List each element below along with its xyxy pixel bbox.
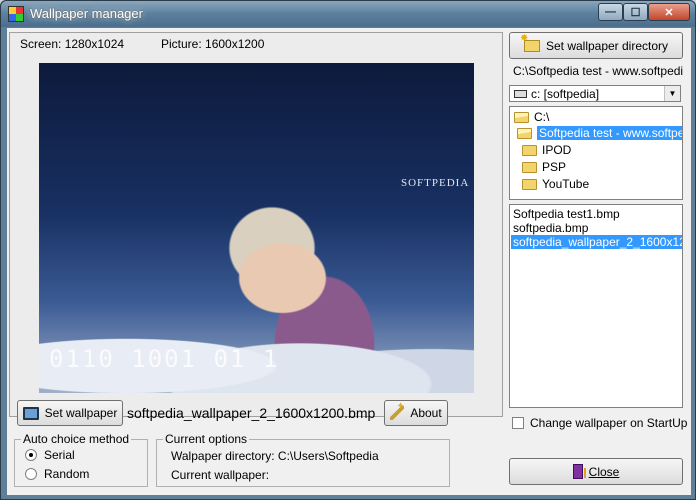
- title-bar[interactable]: Wallpaper manager — ☐ ✕: [1, 1, 695, 27]
- about-label: About: [410, 406, 442, 420]
- list-item[interactable]: Softpedia test1.bmp: [513, 207, 620, 221]
- drive-select[interactable]: c: [softpedia] ▼: [509, 85, 681, 102]
- set-directory-label: Set wallpaper directory: [545, 38, 669, 53]
- tree-item-psp[interactable]: PSP: [522, 159, 566, 175]
- close-button[interactable]: Close: [509, 458, 683, 485]
- tree-item-label: PSP: [542, 160, 567, 174]
- radio-random-label: Random: [44, 467, 90, 481]
- radio-serial-dot[interactable]: [25, 449, 37, 461]
- monitor-icon: [22, 406, 39, 420]
- list-item-selected[interactable]: softpedia_wallpaper_2_1600x1200.bmp: [511, 235, 682, 249]
- wallpaper-preview: SOFTPEDIA 0110 1001 01 1: [39, 63, 474, 393]
- startup-checkbox-box[interactable]: [512, 417, 524, 429]
- app-icon: [8, 6, 24, 22]
- radio-random-dot[interactable]: [25, 468, 37, 480]
- close-label: Close: [588, 464, 620, 479]
- tree-item-root[interactable]: C:\: [514, 109, 549, 125]
- tree-item-label: Softpedia test - www.softpedia.com: [537, 126, 682, 140]
- maximize-button[interactable]: ☐: [623, 3, 648, 21]
- preview-binary-text: 0110 1001 01 1: [49, 345, 280, 373]
- radio-serial[interactable]: Serial: [25, 448, 75, 462]
- current-options-title: Current options: [163, 432, 250, 446]
- window-title: Wallpaper manager: [30, 6, 143, 21]
- client-area: Screen: 1280x1024 Picture: 1600x1200 SOF…: [7, 28, 691, 495]
- directory-tree[interactable]: C:\ Softpedia test - www.softpedia.com I…: [509, 106, 683, 200]
- close-window-button[interactable]: ✕: [648, 3, 690, 21]
- preview-watermark: SOFTPEDIA: [401, 177, 470, 189]
- folder-icon: [522, 144, 537, 156]
- minimize-button[interactable]: —: [598, 3, 623, 21]
- folder-star-icon: [520, 33, 540, 52]
- app-window: Wallpaper manager — ☐ ✕ Screen: 1280x102…: [0, 0, 696, 500]
- auto-choice-group: Auto choice method Serial Random: [14, 432, 148, 487]
- wallpaper-directory-info: Walpaper directory: C:\Users\Softpedia: [171, 449, 379, 463]
- directory-path: C:\Softpedia test - www.softpedia.com: [513, 64, 683, 78]
- radio-serial-label: Serial: [44, 448, 75, 462]
- set-wallpaper-label: Set wallpaper: [44, 406, 118, 420]
- tree-item-label: C:\: [534, 110, 550, 124]
- folder-icon: [522, 178, 537, 190]
- tree-item-youtube[interactable]: YouTube: [522, 176, 589, 192]
- tree-item-label: IPOD: [542, 143, 572, 157]
- startup-checkbox[interactable]: Change wallpaper on StartUp: [512, 416, 687, 430]
- current-wallpaper-info: Current wallpaper:: [171, 468, 270, 482]
- set-wallpaper-button[interactable]: Set wallpaper: [17, 400, 123, 426]
- startup-checkbox-label: Change wallpaper on StartUp: [530, 416, 688, 430]
- current-options-group: Current options Walpaper directory: C:\U…: [156, 432, 450, 487]
- picture-resolution: Picture: 1600x1200: [161, 37, 265, 51]
- tree-item-ipod[interactable]: IPOD: [522, 142, 571, 158]
- file-list[interactable]: Softpedia test1.bmp softpedia.bmp softpe…: [509, 204, 683, 408]
- tree-item-softpedia-test[interactable]: Softpedia test - www.softpedia.com: [517, 125, 682, 141]
- drive-icon: [514, 89, 527, 98]
- set-wallpaper-directory-button[interactable]: Set wallpaper directory: [509, 32, 683, 59]
- selected-filename: softpedia_wallpaper_2_1600x1200.bmp: [127, 405, 376, 421]
- radio-random[interactable]: Random: [25, 467, 89, 481]
- magic-wand-icon: [390, 401, 405, 420]
- drive-select-value: c: [softpedia]: [531, 86, 600, 101]
- screen-resolution: Screen: 1280x1024: [20, 37, 125, 51]
- chevron-down-icon[interactable]: ▼: [664, 86, 680, 101]
- tree-item-label: YouTube: [542, 177, 590, 191]
- auto-choice-title: Auto choice method: [21, 432, 132, 446]
- preview-panel: Screen: 1280x1024 Picture: 1600x1200 SOF…: [9, 32, 503, 417]
- exit-door-icon: [572, 464, 586, 479]
- folder-icon: [522, 161, 537, 173]
- folder-open-icon: [514, 111, 529, 123]
- folder-open-icon: [517, 127, 532, 139]
- list-item[interactable]: softpedia.bmp: [513, 221, 588, 235]
- about-button[interactable]: About: [384, 400, 448, 426]
